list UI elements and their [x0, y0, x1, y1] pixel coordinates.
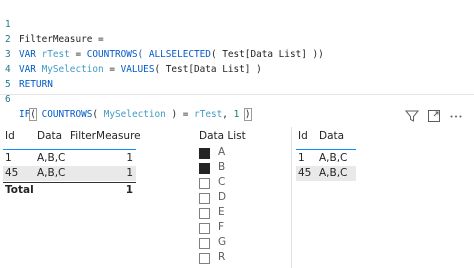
column-header-id[interactable]: Id [298, 130, 308, 142]
slicer-option-c[interactable]: C [199, 175, 279, 190]
function-allselected: ALLSELECTED [148, 49, 211, 60]
cell-filtermeasure: 1 [126, 152, 133, 164]
cell-filtermeasure: 1 [126, 167, 133, 179]
variable-name: MySelection [103, 109, 166, 120]
operator: ) = [165, 109, 195, 120]
checkbox-checked[interactable] [199, 163, 210, 174]
focus-mode-icon[interactable] [426, 108, 442, 124]
code-text: ( Test[Data List] )) [210, 49, 324, 60]
slicer-option-label: B [218, 161, 226, 173]
code-line-3: 3 VAR MySelection = VALUES( Test[Data Li… [0, 32, 262, 75]
slicer-option-label: A [218, 146, 226, 158]
function-values: VALUES [120, 64, 155, 75]
slicer-option-label: G [218, 236, 227, 248]
checkbox-unchecked[interactable] [199, 253, 210, 264]
keyword-return: RETURN [19, 79, 53, 90]
slicer-option-d[interactable]: D [199, 190, 279, 205]
checkbox-unchecked[interactable] [199, 238, 210, 249]
slicer-option-e[interactable]: E [199, 205, 279, 220]
slicer-option-g[interactable]: G [199, 235, 279, 250]
slicer-title: Data List [199, 130, 246, 142]
function-countrows: COUNTROWS( [86, 49, 149, 60]
checkbox-unchecked[interactable] [199, 193, 210, 204]
table-visual-left[interactable]: Id Data FilterMeasure 1 A,B,C 1 45 A,B,C… [0, 127, 141, 207]
column-header-id[interactable]: Id [5, 130, 15, 142]
table-row[interactable]: 45 A,B,C 1 [3, 166, 136, 181]
slicer-option-a[interactable]: A [199, 145, 279, 160]
table-row[interactable]: 1 A,B,C [296, 151, 356, 166]
code-text: , [222, 109, 234, 120]
code-line-1: 1 FilterMeasure = [0, 2, 104, 45]
header-underline [3, 149, 136, 150]
cell-id: 1 [5, 152, 12, 164]
column-header-data[interactable]: Data [319, 130, 344, 142]
code-text: ( Test[Data List] ) [154, 64, 262, 75]
measure-name: FilterMeasure = [19, 34, 104, 45]
checkbox-checked[interactable] [199, 148, 210, 159]
variable-name: rTest [41, 49, 70, 60]
cell-data: A,B,C [37, 152, 66, 164]
function-if: IF [19, 109, 31, 120]
code-line-2: 2 VAR rTest = COUNTROWS( ALLSELECTED( Te… [0, 17, 324, 60]
code-text: ( [92, 109, 104, 120]
total-label: Total [5, 184, 34, 196]
total-filtermeasure: 1 [125, 184, 133, 196]
slicer-option-label: F [218, 221, 225, 233]
cell-data: A,B,C [37, 167, 66, 179]
slicer-option-r[interactable]: R [199, 250, 279, 265]
checkbox-unchecked[interactable] [199, 208, 210, 219]
variable-name: rTest [194, 109, 223, 120]
slicer-option-b[interactable]: B [199, 160, 279, 175]
cell-data: A,B,C [319, 152, 348, 164]
cell-id: 1 [298, 152, 305, 164]
slicer-option-label: C [218, 176, 226, 188]
slicer-option-f[interactable]: F [199, 220, 279, 235]
cell-id: 45 [5, 167, 19, 179]
data-list-slicer[interactable]: Data List A B C D E F G R [196, 127, 286, 268]
cell-id: 45 [298, 167, 312, 179]
operator: = [69, 49, 87, 60]
table-visual-right[interactable]: Id Data 1 A,B,C 45 A,B,C [291, 127, 474, 268]
variable-name: MySelection [41, 64, 104, 75]
column-header-data[interactable]: Data [37, 130, 62, 142]
filter-icon[interactable] [404, 108, 420, 124]
slicer-option-label: D [218, 191, 227, 203]
code-line-4: 4 RETURN [0, 47, 53, 90]
text-cursor [250, 108, 252, 119]
slicer-option-label: R [218, 251, 226, 263]
code-line-5: 5 [0, 62, 23, 90]
table-row[interactable]: 1 A,B,C 1 [3, 151, 136, 166]
line-number: 6 [5, 94, 11, 105]
cell-data: A,B,C [319, 167, 348, 179]
slicer-option-label: E [218, 206, 225, 218]
function-countrows: COUNTROWS [41, 109, 93, 120]
table-row[interactable]: 45 A,B,C [296, 166, 356, 181]
header-underline [296, 149, 356, 150]
total-row: Total 1 [3, 183, 136, 198]
code-line-6: 6 IF( COUNTROWS( MySelection ) = rTest, … [0, 77, 252, 121]
column-header-filtermeasure[interactable]: FilterMeasure [70, 130, 141, 142]
checkbox-unchecked[interactable] [199, 178, 210, 189]
dax-formula-editor[interactable]: 1 FilterMeasure = 2 VAR rTest = COUNTROW… [0, 0, 474, 121]
checkbox-unchecked[interactable] [199, 223, 210, 234]
operator: = [103, 64, 121, 75]
more-options-icon[interactable] [448, 108, 464, 124]
